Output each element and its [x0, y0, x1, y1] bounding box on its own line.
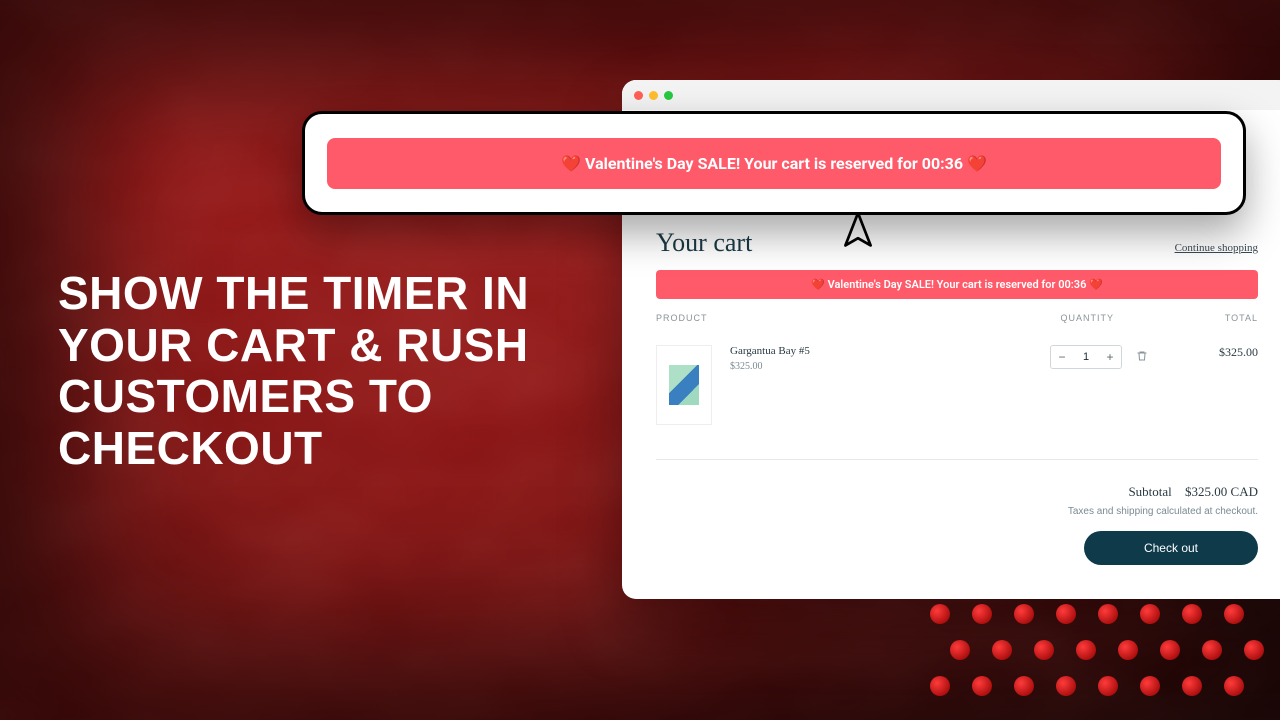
subtotal-value: $325.00 CAD [1185, 484, 1258, 499]
window-min-dot [649, 91, 658, 100]
promo-stage: SHOW THE TIMER IN YOUR CART & RUSH CUSTO… [0, 0, 1280, 720]
remove-item-icon[interactable] [1136, 350, 1148, 365]
cart-row: Gargantua Bay #5 $325.00 − 1 + $325.00 [656, 329, 1258, 460]
banner-callout: ❤️ Valentine's Day SALE! Your cart is re… [302, 111, 1246, 215]
browser-titlebar [622, 80, 1280, 110]
product-thumbnail[interactable] [656, 345, 712, 425]
subtotal-label: Subtotal [1128, 484, 1171, 499]
qty-value: 1 [1073, 346, 1099, 368]
cart-column-headers: PRODUCT QUANTITY TOTAL [656, 313, 1258, 329]
callout-timer-banner: ❤️ Valentine's Day SALE! Your cart is re… [327, 138, 1221, 189]
checkout-button[interactable]: Check out [1084, 531, 1258, 565]
qty-minus-button[interactable]: − [1051, 346, 1073, 368]
callout-pointer [840, 212, 876, 250]
cart-timer-banner: ❤️ Valentine's Day SALE! Your cart is re… [656, 270, 1258, 299]
window-max-dot [664, 91, 673, 100]
col-product: PRODUCT [656, 313, 956, 323]
product-price: $325.00 [730, 361, 950, 372]
line-total: $325.00 [1178, 345, 1258, 360]
product-name[interactable]: Gargantua Bay #5 [730, 345, 950, 357]
window-close-dot [634, 91, 643, 100]
col-quantity: QUANTITY [956, 313, 1178, 323]
col-total: TOTAL [1178, 313, 1258, 323]
tax-shipping-note: Taxes and shipping calculated at checkou… [656, 506, 1258, 517]
quantity-stepper: − 1 + [1050, 345, 1122, 369]
cart-title: Your cart [656, 228, 752, 258]
product-thumbnail-art [669, 365, 699, 405]
qty-plus-button[interactable]: + [1099, 346, 1121, 368]
headline: SHOW THE TIMER IN YOUR CART & RUSH CUSTO… [58, 268, 618, 474]
continue-shopping-link[interactable]: Continue shopping [1175, 242, 1258, 254]
